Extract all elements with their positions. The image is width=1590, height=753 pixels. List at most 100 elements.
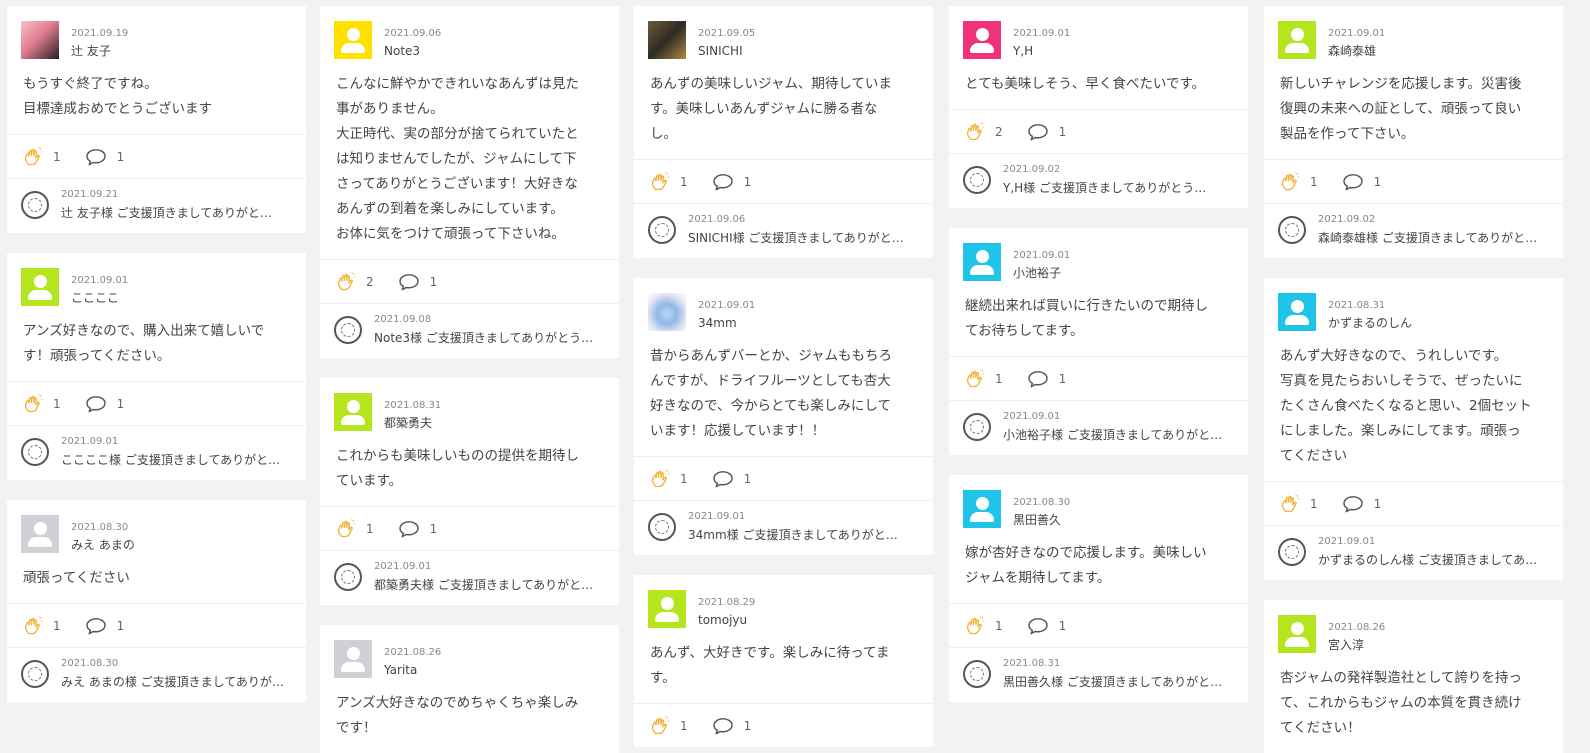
comment-button[interactable]: 1 bbox=[1003, 123, 1066, 141]
commenter-name[interactable]: 辻 友子 bbox=[71, 42, 128, 60]
commenter-name[interactable]: みえ あまの bbox=[71, 536, 135, 554]
commenter-name[interactable]: 都築勇夫 bbox=[384, 414, 441, 432]
comment-button[interactable]: 1 bbox=[1003, 617, 1066, 635]
owner-reply[interactable]: 2021.08.30 みえ あまの様 ご支援頂きましてありが… bbox=[7, 647, 306, 702]
default-avatar-icon[interactable] bbox=[963, 490, 1001, 528]
commenter-name[interactable]: SINICHI bbox=[698, 42, 755, 60]
default-avatar-icon[interactable] bbox=[21, 515, 59, 553]
comment-icon[interactable] bbox=[398, 273, 420, 291]
owner-reply[interactable]: 2021.09.01 かずまるのしん様 ご支援頂きましてあ… bbox=[1264, 525, 1563, 580]
clap-icon[interactable] bbox=[23, 615, 43, 636]
commenter-name[interactable]: Yarita bbox=[384, 661, 441, 679]
comment-button[interactable]: 1 bbox=[688, 717, 751, 735]
comment-button[interactable]: 1 bbox=[1003, 370, 1066, 388]
comment-icon[interactable] bbox=[1027, 123, 1049, 141]
owner-reply[interactable]: 2021.09.01 小池裕子様 ご支援頂きましてありがと… bbox=[949, 400, 1248, 455]
owner-reply[interactable]: 2021.09.06 SINICHI様 ご支援頂きましてありがと… bbox=[634, 203, 933, 258]
comment-button[interactable]: 1 bbox=[374, 520, 437, 538]
like-button[interactable]: 1 bbox=[965, 368, 1003, 389]
clap-icon[interactable] bbox=[965, 121, 985, 142]
comment-icon[interactable] bbox=[398, 520, 420, 538]
owner-reply[interactable]: 2021.09.01 都築勇夫様 ご支援頂きましてありがと… bbox=[320, 550, 619, 605]
clap-icon[interactable] bbox=[650, 468, 670, 489]
clap-icon[interactable] bbox=[1280, 171, 1300, 192]
commenter-name[interactable]: Y,H bbox=[1013, 42, 1070, 60]
default-avatar-icon[interactable] bbox=[963, 243, 1001, 281]
user-photo-avatar[interactable] bbox=[648, 21, 686, 59]
clap-icon[interactable] bbox=[1280, 493, 1300, 514]
comment-icon[interactable] bbox=[712, 470, 734, 488]
like-button[interactable]: 1 bbox=[650, 715, 688, 736]
like-button[interactable]: 2 bbox=[336, 271, 374, 292]
default-avatar-icon[interactable] bbox=[1278, 293, 1316, 331]
comment-icon[interactable] bbox=[1027, 370, 1049, 388]
commenter-name[interactable]: 34mm bbox=[698, 314, 755, 332]
comment-button[interactable]: 1 bbox=[61, 617, 124, 635]
clap-icon[interactable] bbox=[336, 518, 356, 539]
default-avatar-icon[interactable] bbox=[334, 393, 372, 431]
comment-icon[interactable] bbox=[712, 173, 734, 191]
comment-icon[interactable] bbox=[85, 617, 107, 635]
like-button[interactable]: 1 bbox=[23, 146, 61, 167]
owner-reply[interactable]: 2021.09.08 Note3様 ご支援頂きましてありがとう… bbox=[320, 303, 619, 358]
comment-icon[interactable] bbox=[1027, 617, 1049, 635]
like-button[interactable]: 1 bbox=[23, 393, 61, 414]
clap-icon[interactable] bbox=[23, 146, 43, 167]
like-button[interactable]: 1 bbox=[965, 615, 1003, 636]
clap-icon[interactable] bbox=[965, 615, 985, 636]
commenter-name[interactable]: tomojyu bbox=[698, 611, 755, 629]
owner-reply[interactable]: 2021.09.01 ここここ様 ご支援頂きましてありがと… bbox=[7, 425, 306, 480]
clap-icon[interactable] bbox=[650, 715, 670, 736]
commenter-name[interactable]: Note3 bbox=[384, 42, 441, 60]
user-photo-avatar[interactable] bbox=[21, 21, 59, 59]
reply-date: 2021.09.01 bbox=[1318, 536, 1376, 547]
commenter-name[interactable]: ここここ bbox=[71, 289, 128, 307]
default-avatar-icon[interactable] bbox=[1278, 21, 1316, 59]
comment-icon[interactable] bbox=[85, 395, 107, 413]
owner-reply[interactable]: 2021.08.31 黒田善久様 ご支援頂きましてありがと… bbox=[949, 647, 1248, 702]
owner-reply[interactable]: 2021.09.01 34mm様 ご支援頂きましてありがと… bbox=[634, 500, 933, 555]
comment-icon[interactable] bbox=[1342, 495, 1364, 513]
commenter-name[interactable]: かずまるのしん bbox=[1328, 314, 1412, 332]
default-avatar-icon[interactable] bbox=[963, 21, 1001, 59]
commenter-name[interactable]: 小池裕子 bbox=[1013, 264, 1070, 282]
comment-icon[interactable] bbox=[712, 717, 734, 735]
comment-date: 2021.08.26 bbox=[384, 647, 442, 658]
like-button[interactable]: 1 bbox=[23, 615, 61, 636]
commenter-name[interactable]: 黒田善久 bbox=[1013, 511, 1070, 529]
comment-button[interactable]: 1 bbox=[374, 273, 437, 291]
like-button[interactable]: 1 bbox=[1280, 493, 1318, 514]
owner-reply[interactable]: 2021.09.02 森崎泰雄様 ご支援頂きましてありがと… bbox=[1264, 203, 1563, 258]
clap-icon[interactable] bbox=[23, 393, 43, 414]
like-button[interactable]: 1 bbox=[650, 468, 688, 489]
owner-reply[interactable]: 2021.09.02 Y,H様 ご支援頂きましてありがとう… bbox=[949, 153, 1248, 208]
comment-button[interactable]: 1 bbox=[688, 173, 751, 191]
like-count: 1 bbox=[680, 718, 688, 733]
clap-icon[interactable] bbox=[336, 271, 356, 292]
avatar-head bbox=[346, 28, 360, 41]
default-avatar-icon[interactable] bbox=[334, 640, 372, 678]
clap-icon[interactable] bbox=[965, 368, 985, 389]
default-avatar-icon[interactable] bbox=[21, 268, 59, 306]
like-button[interactable]: 1 bbox=[650, 171, 688, 192]
comment-button[interactable]: 1 bbox=[61, 395, 124, 413]
comment-icon[interactable] bbox=[1342, 173, 1364, 191]
default-avatar-icon[interactable] bbox=[648, 590, 686, 628]
comment-button[interactable]: 1 bbox=[1318, 173, 1381, 191]
like-button[interactable]: 1 bbox=[1280, 171, 1318, 192]
comment-button[interactable]: 1 bbox=[61, 148, 124, 166]
user-photo-avatar[interactable] bbox=[648, 293, 686, 331]
clap-icon[interactable] bbox=[650, 171, 670, 192]
comment-icon[interactable] bbox=[85, 148, 107, 166]
avatar-body bbox=[1285, 315, 1309, 325]
commenter-name[interactable]: 森崎泰雄 bbox=[1328, 42, 1385, 60]
like-button[interactable]: 1 bbox=[336, 518, 374, 539]
owner-reply[interactable]: 2021.09.21 辻 友子様 ご支援頂きましてありがと… bbox=[7, 178, 306, 233]
comment-button[interactable]: 1 bbox=[688, 470, 751, 488]
comment-button[interactable]: 1 bbox=[1318, 495, 1381, 513]
card-meta: 2021.08.31 都築勇夫 bbox=[384, 393, 441, 432]
like-button[interactable]: 2 bbox=[965, 121, 1003, 142]
default-avatar-icon[interactable] bbox=[334, 21, 372, 59]
default-avatar-icon[interactable] bbox=[1278, 615, 1316, 653]
commenter-name[interactable]: 宮入淳 bbox=[1328, 636, 1385, 654]
